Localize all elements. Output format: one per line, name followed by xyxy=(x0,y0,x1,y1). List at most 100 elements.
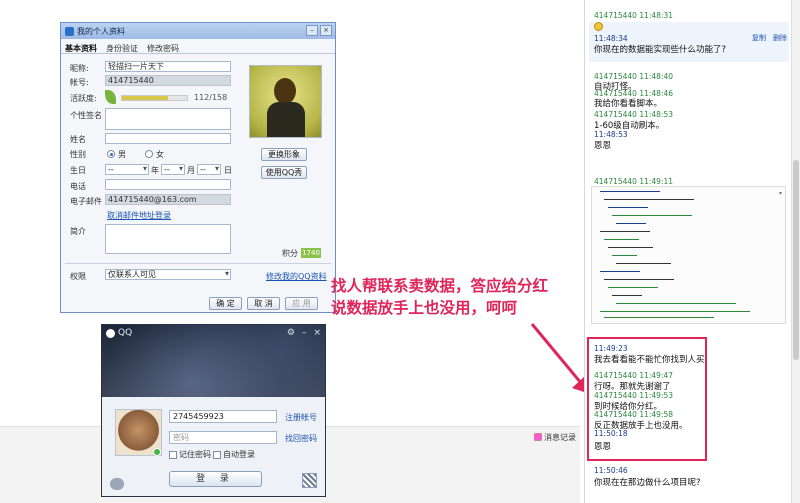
profile-titlebar: 我的个人资料 xyxy=(61,23,335,39)
birthday-year-select[interactable]: -- xyxy=(105,164,149,175)
signature-field[interactable] xyxy=(105,108,231,130)
day-unit: 日 xyxy=(224,166,232,175)
message-record-button[interactable]: 消息记录 xyxy=(534,430,582,444)
edit-profile-link[interactable]: 修改我的QQ资料 xyxy=(266,271,327,282)
name-field[interactable] xyxy=(105,133,231,144)
chat-message-text: 恩恩 xyxy=(594,442,612,452)
year-unit: 年 xyxy=(151,166,159,175)
tab-change-password[interactable]: 修改密码 xyxy=(147,43,179,53)
activity-label: 活跃度: xyxy=(70,94,97,103)
birthday-label: 生日 xyxy=(70,166,86,175)
annotation-line-2: 说数据放手上也没用，呵呵 xyxy=(331,298,518,317)
script-line xyxy=(608,247,653,248)
multi-account-icon[interactable] xyxy=(110,478,124,490)
intro-field[interactable] xyxy=(105,224,231,254)
account-input[interactable]: 2745459923 xyxy=(169,410,277,423)
auto-login-checkbox[interactable]: 自动登录 xyxy=(213,449,255,460)
chat-scrollbar[interactable] xyxy=(791,0,800,503)
leaf-icon xyxy=(105,90,116,104)
chat-message-text: 你现在的数据能实现些什么功能了? xyxy=(594,45,727,55)
chat-message-header: 414715440 11:49:58 xyxy=(594,410,674,419)
email-login-link[interactable]: 取消邮件地址登录 xyxy=(107,210,171,221)
script-line xyxy=(612,255,637,256)
activity-bar-fill xyxy=(122,96,169,100)
forgot-password-link[interactable]: 找回密码 xyxy=(285,433,317,444)
auto-login-label: 自动登录 xyxy=(223,450,255,459)
tab-basic-info[interactable]: 基本资料 xyxy=(65,43,97,53)
chat-message-header: 11:50:46 xyxy=(594,466,628,475)
gender-label: 性别 xyxy=(70,150,86,159)
remember-password-checkbox[interactable]: 记住密码 xyxy=(169,449,211,460)
script-line xyxy=(608,207,648,208)
annotation: 找人帮联系卖数据，答应给分红 说数据放手上也没用，呵呵 xyxy=(331,275,548,319)
nickname-field[interactable]: 轻描扫一片天下 xyxy=(105,61,231,72)
permission-label: 权限 xyxy=(70,272,86,281)
email-field: 414715440@163.com xyxy=(105,194,231,205)
chat-message-header: 414715440 11:49:47 xyxy=(594,371,674,380)
chat-message-text: 你现在在那边做什么项目呢? xyxy=(594,478,701,488)
script-line xyxy=(612,215,692,216)
activity-value: 112/158 xyxy=(194,93,228,102)
script-line xyxy=(616,263,671,264)
score-label: 积分 xyxy=(282,249,298,258)
intro-label: 简介 xyxy=(70,227,86,236)
login-title-text: QQ xyxy=(118,328,133,338)
password-input[interactable]: 密码 xyxy=(169,431,277,444)
qq-icon xyxy=(65,26,74,36)
permission-select[interactable]: 仅联系人可见 xyxy=(105,269,231,280)
month-unit: 月 xyxy=(187,166,195,175)
chat-message-text: 恩恩 xyxy=(594,141,612,151)
script-line xyxy=(616,303,736,304)
chat-message-header: 11:50:18 xyxy=(594,429,628,438)
qq-login-window: QQ ⚙ – × 2745459923 注册帐号 密码 找回密码 记住密码 自动… xyxy=(101,324,326,497)
account-field: 414715440 xyxy=(105,75,231,86)
birthday-day-select[interactable]: -- xyxy=(197,164,221,175)
script-line xyxy=(600,231,650,232)
signature-label: 个性签名 xyxy=(70,111,102,120)
script-line xyxy=(616,223,646,224)
change-avatar-button[interactable]: 更换形象 xyxy=(261,148,307,161)
script-screenshot-image: ▾ xyxy=(591,186,786,324)
chat-message-header: 414715440 11:49:11 xyxy=(594,177,674,186)
delete-link[interactable]: 删除 xyxy=(773,33,787,43)
phone-field[interactable] xyxy=(105,179,231,190)
login-window-buttons: ⚙ – × xyxy=(287,328,321,338)
script-line xyxy=(608,287,658,288)
use-qq-show-button[interactable]: 使用QQ秀 xyxy=(261,166,307,179)
phone-label: 电话 xyxy=(70,182,86,191)
chat-message-header: 11:48:53 xyxy=(594,130,628,139)
gender-male-radio[interactable] xyxy=(107,150,115,158)
script-line xyxy=(612,295,642,296)
chat-message-header: 414715440 11:48:53 xyxy=(594,110,674,119)
scrollbar-thumb[interactable] xyxy=(793,160,799,360)
close-icon[interactable]: × xyxy=(313,328,321,338)
name-label: 姓名 xyxy=(70,135,86,144)
chat-message-header: 11:49:23 xyxy=(594,344,628,353)
ok-button[interactable]: 确 定 xyxy=(209,297,242,310)
minimize-icon[interactable]: – xyxy=(302,328,307,338)
gender-female-radio[interactable] xyxy=(145,150,153,158)
gear-icon[interactable]: ⚙ xyxy=(287,328,295,338)
close-button[interactable]: × xyxy=(320,25,332,36)
apply-button[interactable]: 应 用 xyxy=(285,297,318,310)
chat-message-header: 414715440 11:48:31 xyxy=(594,11,674,20)
script-line xyxy=(600,271,640,272)
image-dropdown-icon[interactable]: ▾ xyxy=(779,190,782,197)
script-line xyxy=(600,191,660,192)
login-button[interactable]: 登 录 xyxy=(169,471,262,487)
tab-identity[interactable]: 身份验证 xyxy=(106,43,138,53)
message-record-label: 消息记录 xyxy=(544,432,576,442)
profile-tabs: 基本资料 身份验证 修改密码 xyxy=(61,39,335,54)
copy-link[interactable]: 复制 xyxy=(752,33,766,43)
remember-password-label: 记住密码 xyxy=(179,450,211,459)
account-label: 帐号: xyxy=(70,78,89,87)
cancel-button[interactable]: 取 消 xyxy=(247,297,280,310)
qr-code-icon[interactable] xyxy=(302,473,317,488)
register-link[interactable]: 注册帐号 xyxy=(285,412,317,423)
birthday-month-select[interactable]: -- xyxy=(161,164,185,175)
online-status-icon[interactable] xyxy=(153,448,161,456)
minimize-button[interactable]: – xyxy=(306,25,318,36)
chat-message-text: 我给你看看脚本。 xyxy=(594,99,663,109)
profile-photo xyxy=(249,65,322,138)
script-line xyxy=(604,279,674,280)
